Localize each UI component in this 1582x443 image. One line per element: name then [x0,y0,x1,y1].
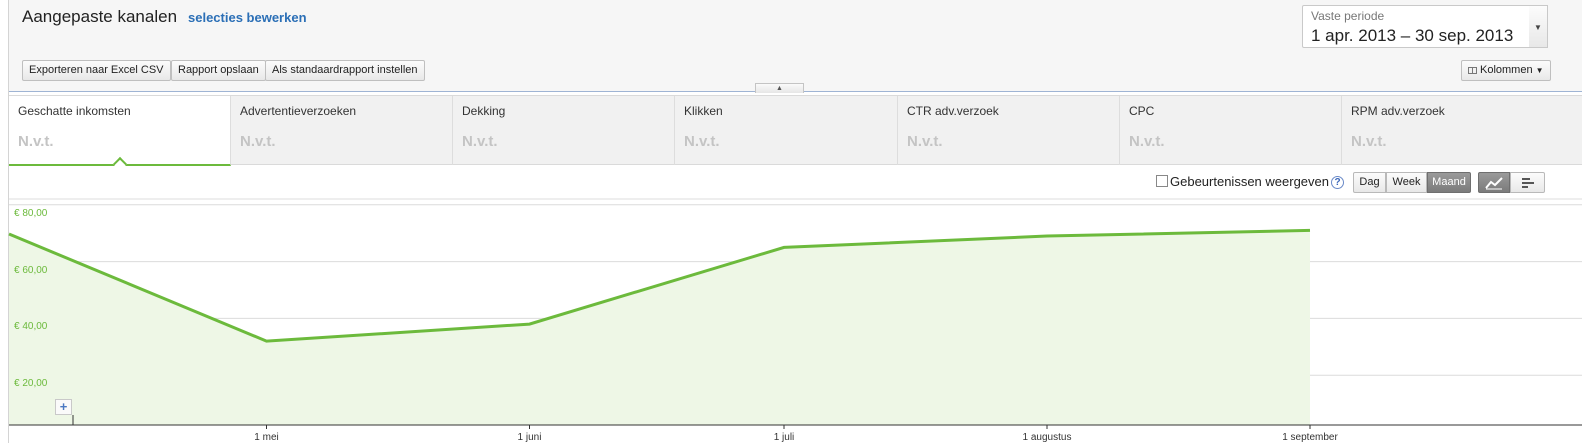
add-annotation-button[interactable]: + [55,399,72,415]
y-tick-label: € 80,00 [14,207,48,219]
x-tick-label: 1 mei [254,432,279,443]
x-tick-label: 1 juli [773,432,795,443]
x-tick-label: 1 juni [517,432,542,443]
x-tick-label: 1 augustus [1022,432,1072,443]
series-area [9,230,1310,425]
x-tick-label: 1 september [1282,432,1338,443]
y-tick-label: € 20,00 [14,378,48,390]
y-tick-label: € 60,00 [14,264,48,276]
earnings-area-chart [8,198,1582,429]
y-tick-label: € 40,00 [14,321,48,333]
